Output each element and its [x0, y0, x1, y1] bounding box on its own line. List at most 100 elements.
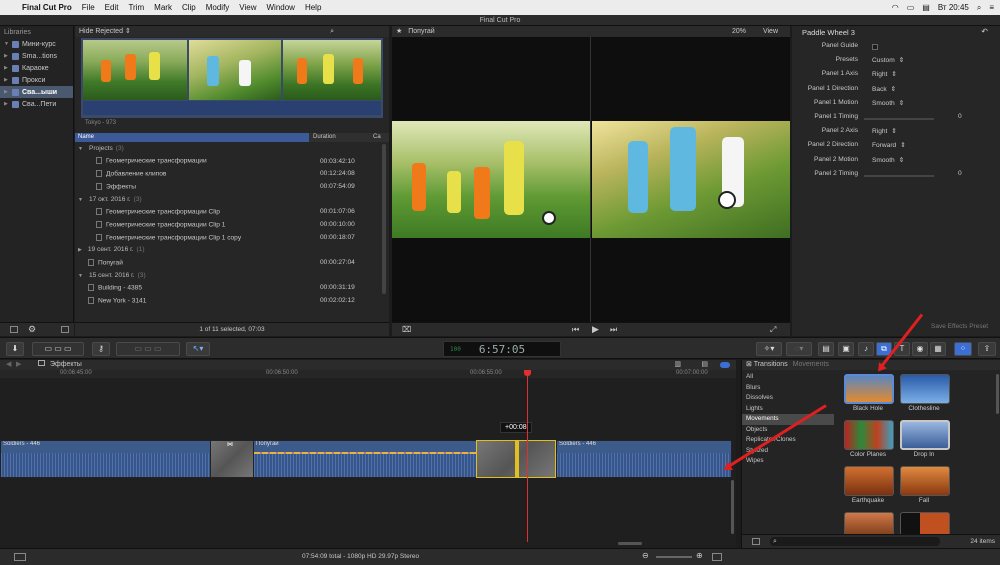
transition-thumb[interactable] [844, 512, 894, 534]
menu-edit[interactable]: Edit [105, 3, 119, 12]
timeline-scrollbar[interactable] [618, 542, 642, 545]
transition-thumb-fall[interactable] [900, 466, 950, 496]
inspector-popup[interactable]: Right ⇕ [872, 127, 897, 135]
photos-button[interactable]: ▣ [838, 342, 854, 356]
category-item[interactable]: Replicator/Clones [742, 435, 834, 446]
timeline-ruler[interactable]: 00:06:45:00 00:06:50:00 00:06:55:00 00:0… [0, 370, 736, 378]
browser-clip-row[interactable]: Геометрические трансформации Clip 00:01:0… [78, 205, 378, 218]
disclosure-triangle-icon[interactable]: ▼ [78, 273, 83, 279]
view-menu[interactable]: View [763, 26, 778, 37]
menu-file[interactable]: File [82, 3, 95, 12]
transition-thumb-earthquake[interactable] [844, 466, 894, 496]
timeline-vscroll[interactable] [731, 480, 734, 534]
transition[interactable]: ⋈ [210, 440, 254, 478]
menu-modify[interactable]: Modify [206, 3, 230, 12]
forward-arrow-icon[interactable]: ▶ [16, 360, 21, 370]
menu-help[interactable]: Help [305, 3, 321, 12]
event-item[interactable]: ▶ Sma...tions [0, 50, 73, 62]
generators-button[interactable]: ◉ [912, 342, 928, 356]
disclosure-triangle-icon[interactable]: ▶ [4, 77, 9, 83]
timeline-index-icon[interactable] [14, 553, 26, 561]
transition-selected[interactable] [476, 440, 556, 478]
browser-group-row[interactable]: ▼ Projects (3) [78, 142, 378, 155]
transition-thumb[interactable] [900, 512, 950, 534]
transition-thumb-color-planes[interactable] [844, 420, 894, 450]
disclosure-triangle-icon[interactable]: ▼ [4, 41, 9, 47]
inspector-popup[interactable]: Smooth ⇕ [872, 156, 904, 164]
search-field[interactable]: ⌕ [770, 537, 940, 546]
clip-appearance-icon[interactable]: ▤ [701, 360, 708, 370]
display-options-icon[interactable] [712, 553, 722, 561]
notification-list-icon[interactable]: ≡ [989, 3, 994, 12]
timecode-display[interactable]: 100 6:57:05 [443, 341, 561, 357]
menu-app-name[interactable]: Final Cut Pro [22, 3, 72, 12]
retime-button[interactable]: ◌▾ [786, 342, 812, 356]
timing-value[interactable]: 0 [958, 113, 962, 120]
category-item[interactable]: Movements [742, 414, 834, 425]
event-item[interactable]: ▶ Сва...Пети [0, 98, 73, 110]
browser-clip-row[interactable]: Добавление клипов 00:12:24:08 [78, 167, 378, 180]
close-icon[interactable]: ⊠ [746, 361, 752, 368]
browser-clip-row[interactable]: Building - 4385 00:00:31:19 [78, 282, 378, 295]
browser-clip-row[interactable]: Геометрические трансформации 00:03:42:10 [78, 155, 378, 168]
gear-icon[interactable]: ⚙ [28, 324, 36, 335]
transition-thumb-black-hole[interactable] [844, 374, 894, 404]
menu-clip[interactable]: Clip [182, 3, 196, 12]
col-extra-header[interactable]: Ca [373, 133, 381, 142]
browser-clip-row[interactable]: New York - 3141 00:02:02:12 [78, 294, 378, 307]
viewer-left-frame[interactable] [392, 121, 590, 238]
transition-thumb-clothesline[interactable] [900, 374, 950, 404]
battery-icon[interactable]: ▭ [907, 3, 915, 12]
browser-filter[interactable]: Hide Rejected ⇕ ⌕ [75, 26, 389, 37]
clip-thumbnail[interactable] [189, 40, 281, 100]
inspector-popup[interactable]: Forward ⇕ [872, 141, 906, 149]
browser-clip-row[interactable]: Эффекты 00:07:54:09 [78, 180, 378, 193]
menu-window[interactable]: Window [267, 3, 295, 12]
timeline-clip[interactable]: Попугай [253, 440, 477, 478]
zoom-popup[interactable]: 20% [732, 26, 746, 37]
music-button[interactable]: ♪ [858, 342, 874, 356]
audio-meter-icon[interactable]: ▥ [674, 360, 681, 370]
playhead[interactable] [527, 370, 528, 542]
keyword-button[interactable]: ▭ ▭ ▭ [32, 342, 84, 356]
viewer-right-frame[interactable] [592, 121, 790, 238]
category-item[interactable]: All [742, 372, 834, 383]
clip-thumbnail[interactable] [283, 40, 381, 100]
browser-clip-row[interactable]: Попугай 00:00:27:04 [78, 256, 378, 269]
menu-view[interactable]: View [239, 3, 256, 12]
inspector-popup[interactable]: Custom ⇕ [872, 56, 904, 64]
browser-clip-row[interactable]: Геометрические трансформации Clip 1 copy… [78, 231, 378, 244]
reset-icon[interactable]: ↶ [981, 27, 988, 36]
col-duration-header[interactable]: Duration [313, 133, 336, 142]
zoom-in-icon[interactable]: ⊕ [696, 551, 703, 560]
category-item[interactable]: Wipes [742, 456, 834, 467]
edit-buttons[interactable]: ▭ ▭ ▭ [116, 342, 180, 356]
browser-group-row[interactable]: ▶ 19 сент. 2016 г. (1) [78, 244, 378, 257]
themes-button[interactable]: ▦ [930, 342, 946, 356]
timing-value[interactable]: 0 [958, 170, 962, 177]
play-icon[interactable]: ▶ [592, 324, 599, 335]
playhead-marker[interactable] [524, 370, 531, 376]
disclosure-triangle-icon[interactable]: ▶ [4, 89, 9, 95]
zoom-out-icon[interactable]: ⊖ [642, 551, 649, 560]
timing-slider[interactable] [864, 174, 934, 177]
transition-thumb-drop-in[interactable] [900, 420, 950, 450]
menu-mark[interactable]: Mark [154, 3, 172, 12]
fullscreen-icon[interactable]: ⤢ [770, 325, 776, 335]
skip-back-icon[interactable]: ⏮ [572, 325, 579, 335]
timing-slider[interactable] [864, 118, 934, 120]
sidebar-toggle-icon[interactable] [752, 538, 760, 545]
panel-guide-checkbox[interactable] [872, 44, 878, 50]
clock-text[interactable]: Вт 20:45 [938, 3, 969, 12]
disclosure-triangle-icon[interactable]: ▼ [78, 197, 83, 203]
timeline-clip[interactable]: Soldiers - 446 [0, 440, 212, 478]
import-button[interactable]: ⬇ [6, 342, 24, 356]
library-toggle-icon[interactable] [10, 326, 18, 333]
browser-clip-row[interactable]: Геометрические трансформации Clip 1 00:00… [78, 218, 378, 231]
transitions-crumb[interactable]: Movements [793, 361, 829, 368]
menu-trim[interactable]: Trim [128, 3, 144, 12]
transition-center-handle[interactable] [515, 441, 519, 477]
event-item[interactable]: ▶ Прокси [0, 74, 73, 86]
list-view-icon[interactable] [61, 326, 69, 333]
search-icon[interactable]: ⌕ [977, 3, 981, 13]
